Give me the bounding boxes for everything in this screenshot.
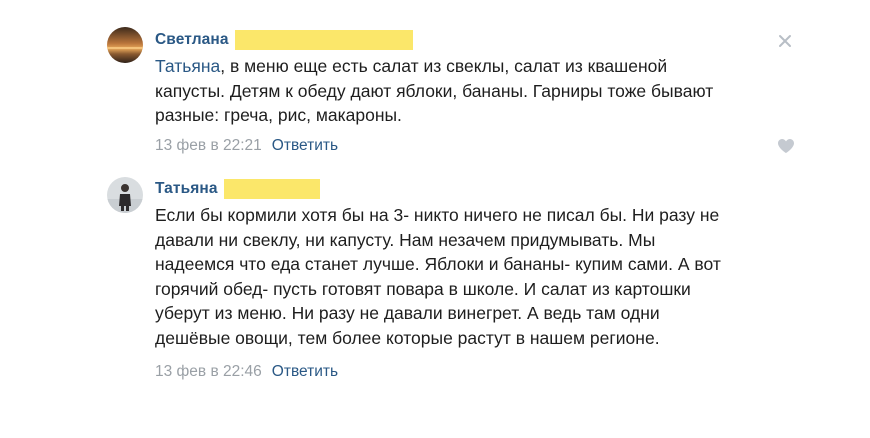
avatar[interactable] [107,177,143,213]
comment-date[interactable]: 13 фев в 22:46 [155,363,262,380]
person-avatar-image [107,177,143,213]
close-icon-glyph [779,35,791,47]
comment-line: капусты. Детям к обеду дают яблоки, бана… [155,80,714,101]
comment-line: надеемся что еда станет лучше. Яблоки и … [155,254,721,274]
comment-text: Татьяна, в меню еще есть салат из свеклы… [155,54,713,128]
comment-line: Если бы кормили хотя бы на 3- никто ниче… [155,205,720,225]
author-name[interactable]: Татьяна [155,180,218,198]
comment-line: горячий обед- пусть готовят повара в шко… [155,278,691,299]
comment-line: Татьяна, в меню еще есть салат из свеклы… [155,54,713,79]
reply-button[interactable]: Ответить [272,137,338,154]
sunset-avatar-image [107,27,143,63]
comment-date[interactable]: 13 фев в 22:21 [155,137,262,154]
comment-line-text: , в меню еще есть салат из свеклы, салат… [220,56,668,76]
heart-icon[interactable] [777,138,795,154]
comment-meta: 13 фев в 22:46 Ответить [155,362,338,382]
comment-line: уберут из меню. Ни разу не давали винегр… [155,303,660,323]
heart-icon-glyph [778,139,794,153]
author-name[interactable]: Светлана [155,31,229,49]
mention-link[interactable]: Татьяна [155,56,220,76]
comment-header: Светлана [155,29,413,51]
redacted-surname [223,179,320,199]
reply-button[interactable]: Ответить [272,363,338,380]
comment-line: давали ни свеклу, ни капусту. Нам незаче… [155,229,656,250]
comment-text: Если бы кормили хотя бы на 3- никто ниче… [155,203,721,350]
close-icon[interactable] [777,33,793,49]
redacted-surname [234,30,413,50]
comment-header: Татьяна [155,178,320,200]
avatar[interactable] [107,27,143,63]
comment-line: дешёвые овощи, тем более которые растут … [155,327,660,348]
comment-line: разные: греча, рис, макароны. [155,105,402,125]
comment-meta: 13 фев в 22:21 Ответить [155,136,338,156]
